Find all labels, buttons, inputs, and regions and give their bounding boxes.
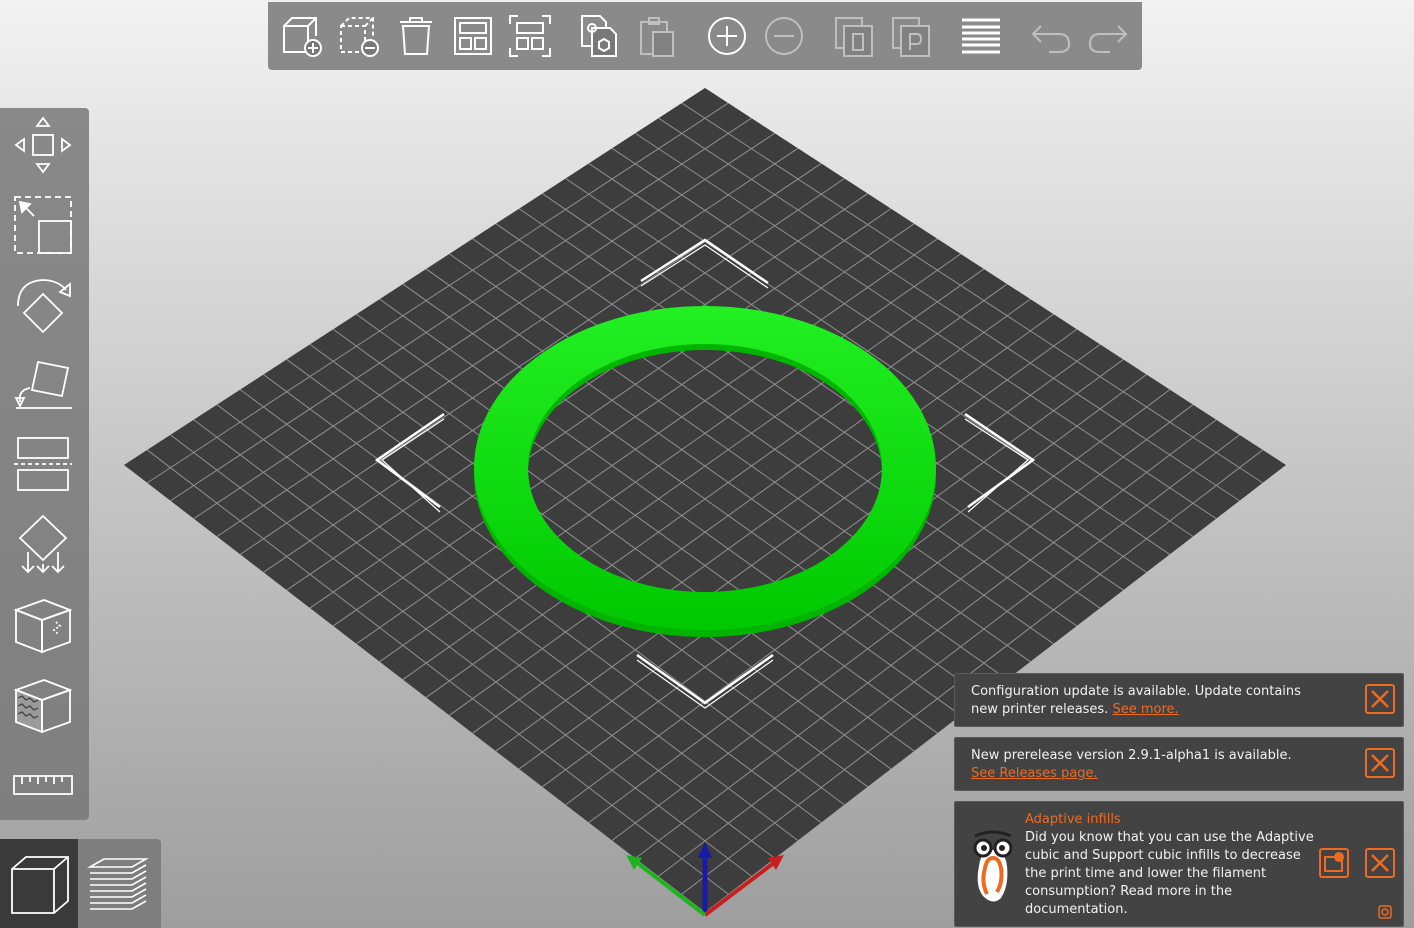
- copy-icon: [581, 15, 617, 57]
- variable-layer-height-button[interactable]: [957, 12, 1005, 60]
- place-on-face-tool-button[interactable]: [10, 352, 76, 418]
- move-icon: [14, 116, 72, 174]
- move-tool-button[interactable]: [10, 112, 76, 178]
- copy-button[interactable]: [576, 12, 624, 60]
- arrange-button[interactable]: [449, 12, 497, 60]
- redo-button[interactable]: [1084, 12, 1132, 60]
- split-to-parts-button[interactable]: [887, 12, 935, 60]
- close-icon: [1371, 690, 1389, 708]
- 3d-view-icon: [11, 856, 69, 914]
- support-painting-tool-button[interactable]: [10, 512, 76, 578]
- arrange-selection-icon: [509, 15, 551, 57]
- seam-painting-tool-button[interactable]: [10, 592, 76, 658]
- seam-painting-icon: [13, 599, 73, 654]
- split-to-objects-icon: [835, 17, 873, 57]
- rotate-icon: [17, 279, 71, 334]
- add-instance-button[interactable]: [703, 12, 751, 60]
- fuzzy-skin-tool-button[interactable]: [10, 672, 76, 738]
- prerelease-notification: New prerelease version 2.9.1-alpha1 is a…: [954, 737, 1404, 791]
- undo-icon: [1031, 25, 1071, 53]
- arrange-selection-button[interactable]: [506, 12, 554, 60]
- preview-button[interactable]: [82, 847, 156, 921]
- add-icon: [283, 17, 322, 57]
- left-toolbar: [0, 108, 89, 820]
- arrange-icon: [454, 17, 492, 55]
- add-button[interactable]: [278, 12, 326, 60]
- measure-tool-button[interactable]: [10, 752, 76, 818]
- remove-instance-icon: [765, 17, 803, 55]
- view-toolbar: [0, 839, 161, 928]
- remove-instance-button[interactable]: [760, 12, 808, 60]
- hint-notification: Adaptive infills Did you know that you c…: [954, 801, 1404, 927]
- delete-all-button[interactable]: [392, 12, 440, 60]
- cut-tool-button[interactable]: [10, 432, 76, 498]
- prerelease-text: New prerelease version 2.9.1-alpha1 is a…: [971, 748, 1292, 763]
- paste-button[interactable]: [633, 12, 681, 60]
- releases-page-link[interactable]: See Releases page.: [971, 766, 1098, 781]
- preview-layers-icon: [86, 858, 150, 910]
- undo-button[interactable]: [1027, 12, 1075, 60]
- scale-icon: [14, 196, 72, 254]
- hint-title: Adaptive infills: [1025, 812, 1121, 827]
- close-icon: [1371, 854, 1389, 872]
- config-update-notification: Configuration update is available. Updat…: [954, 673, 1404, 727]
- close-hint-notification-button[interactable]: [1365, 848, 1395, 878]
- split-to-objects-button[interactable]: [830, 12, 878, 60]
- cut-icon: [14, 437, 72, 491]
- close-prerelease-notification-button[interactable]: [1365, 748, 1395, 778]
- hint-settings-icon[interactable]: [1377, 904, 1393, 920]
- rotate-tool-button[interactable]: [10, 272, 76, 338]
- place-on-face-icon: [14, 360, 72, 409]
- delete-all-icon: [400, 17, 432, 55]
- add-instance-icon: [708, 17, 746, 55]
- fuzzy-skin-icon: [13, 679, 73, 734]
- see-more-link[interactable]: See more.: [1112, 702, 1178, 717]
- documentation-icon: [1324, 852, 1344, 872]
- delete-icon: [340, 17, 379, 57]
- measure-icon: [13, 775, 73, 795]
- variable-layer-height-icon: [962, 18, 1000, 54]
- hint-mascot-icon: [973, 830, 1013, 902]
- hint-text: Did you know that you can use the Adapti…: [1025, 830, 1314, 917]
- split-to-parts-icon: [892, 17, 930, 57]
- top-toolbar: [268, 2, 1142, 70]
- scale-tool-button[interactable]: [10, 192, 76, 258]
- close-config-notification-button[interactable]: [1365, 684, 1395, 714]
- 3d-view-button[interactable]: [0, 839, 78, 928]
- documentation-button[interactable]: [1319, 848, 1349, 878]
- paste-icon: [640, 17, 674, 57]
- support-painting-icon: [18, 514, 68, 574]
- close-icon: [1371, 754, 1389, 772]
- delete-button[interactable]: [335, 12, 383, 60]
- redo-icon: [1088, 25, 1128, 53]
